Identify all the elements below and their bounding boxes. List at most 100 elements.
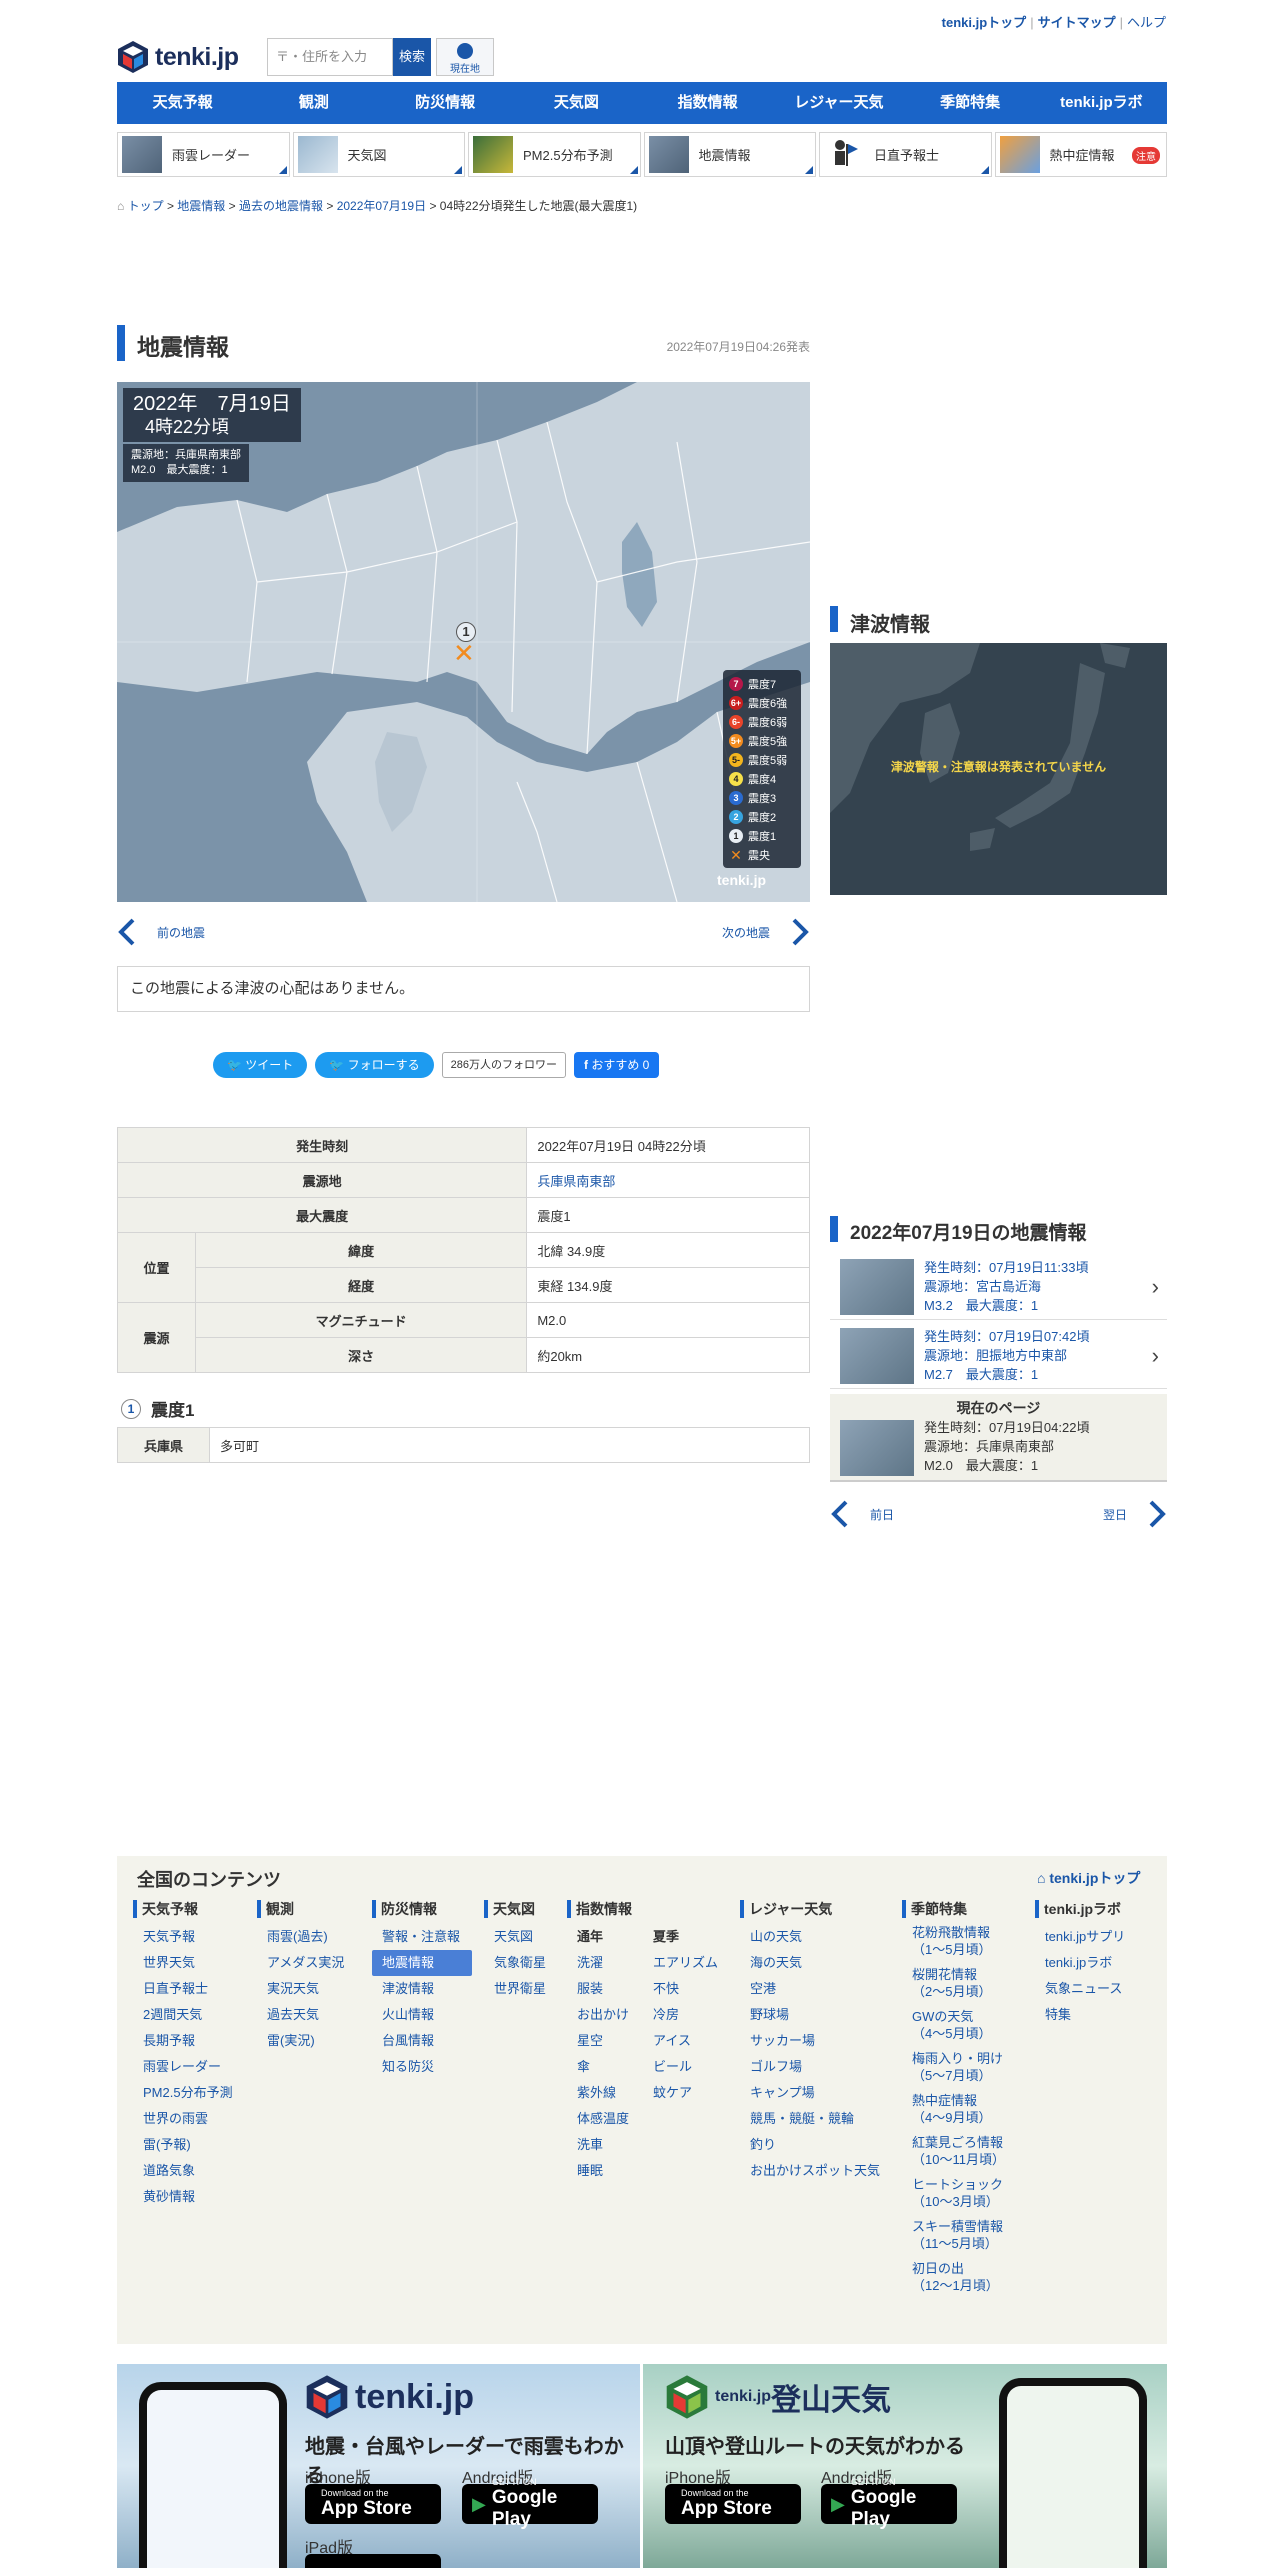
top-link-home[interactable]: tenki.jpトップ (942, 15, 1027, 30)
footer-link[interactable]: お出かけ (567, 2002, 643, 2028)
breadcrumb-past-earthquake[interactable]: 過去の地震情報 (239, 199, 323, 213)
top-link-help[interactable]: ヘルプ (1127, 15, 1166, 30)
footer-link[interactable]: お出かけスポット天気 (740, 2158, 900, 2184)
footer-link[interactable]: 野球場 (740, 2002, 900, 2028)
list-item[interactable]: 発生時刻：07月19日11:33頃 震源地：宮古島近海 M3.2 最大震度：1 … (830, 1254, 1167, 1320)
footer-link[interactable]: 黄砂情報 (133, 2184, 253, 2210)
address-search-input[interactable]: 〒・住所を入力 (267, 38, 393, 76)
footer-link[interactable]: 天気予報 (133, 1924, 253, 1950)
footer-season-link[interactable]: 紅葉見ごろ情報 （10～11月頃） (902, 2134, 1027, 2168)
footer-link[interactable]: 道路気象 (133, 2158, 253, 2184)
footer-link[interactable]: PM2.5分布予測 (133, 2080, 253, 2106)
nav-disaster[interactable]: 防災情報 (380, 82, 511, 124)
subnav-pm25[interactable]: PM2.5分布予測 (468, 132, 641, 177)
subnav-rain-radar[interactable]: 雨雲レーダー (117, 132, 290, 177)
footer-link[interactable]: 気象ニュース (1035, 1976, 1155, 2002)
footer-season-link[interactable]: 初日の出 （12～1月頃） (902, 2260, 1027, 2294)
footer-link[interactable]: ビール (643, 2054, 733, 2080)
footer-link[interactable]: 傘 (567, 2054, 643, 2080)
nav-weather-chart[interactable]: 天気図 (511, 82, 642, 124)
subnav-forecaster[interactable]: 日直予報士 (819, 132, 992, 177)
footer-season-link[interactable]: ヒートショック （10～3月頃） (902, 2176, 1027, 2210)
footer-link[interactable]: エアリズム (643, 1950, 733, 1976)
footer-link[interactable]: 世界の雨雲 (133, 2106, 253, 2132)
footer-link[interactable]: tenki.jpサプリ (1035, 1924, 1155, 1950)
follow-button[interactable]: 🐦 フォローする (315, 1052, 434, 1078)
footer-season-link[interactable]: GWの天気 （4～5月頃） (902, 2008, 1027, 2042)
app-store-button[interactable]: Download on the App Store (305, 2484, 441, 2524)
footer-link[interactable]: 世界天気 (133, 1950, 253, 1976)
footer-link[interactable]: 天気図 (484, 1924, 564, 1950)
current-location-button[interactable]: 現在地 (436, 38, 494, 76)
google-play-button[interactable]: ▶ GET IT ON Google Play (462, 2477, 598, 2530)
nav-index[interactable]: 指数情報 (642, 82, 773, 124)
footer-link[interactable]: 競馬・競艇・競輪 (740, 2106, 900, 2132)
footer-link[interactable]: 雷(予報) (133, 2132, 253, 2158)
footer-link[interactable]: 蚊ケア (643, 2080, 733, 2106)
footer-link[interactable]: 警報・注意報 (372, 1924, 472, 1950)
footer-link[interactable]: サッカー場 (740, 2028, 900, 2054)
search-button[interactable]: 検索 (393, 38, 431, 76)
footer-season-link[interactable]: 花粉飛散情報 （1～5月頃） (902, 1924, 1027, 1958)
footer-link[interactable]: 長期予報 (133, 2028, 253, 2054)
footer-link[interactable]: 星空 (567, 2028, 643, 2054)
footer-link[interactable]: 睡眠 (567, 2158, 643, 2184)
nav-forecast[interactable]: 天気予報 (117, 82, 248, 124)
subnav-earthquake[interactable]: 地震情報 (643, 132, 816, 177)
breadcrumb-top[interactable]: トップ (128, 199, 164, 213)
footer-link[interactable]: 体感温度 (567, 2106, 643, 2132)
tweet-button[interactable]: 🐦 ツイート (213, 1052, 308, 1078)
next-earthquake-link[interactable]: 次の地震 (700, 918, 810, 946)
footer-link[interactable]: 地震情報 (372, 1950, 472, 1976)
footer-link[interactable]: 火山情報 (372, 2002, 472, 2028)
footer-link[interactable]: 雨雲(過去) (257, 1924, 367, 1950)
app-store-button[interactable]: Download on the App Store (665, 2484, 801, 2524)
footer-link[interactable]: 台風情報 (372, 2028, 472, 2054)
google-play-button[interactable]: ▶ GET IT ON Google Play (821, 2477, 957, 2530)
site-logo[interactable]: tenki.jp (117, 38, 239, 76)
footer-link[interactable]: 海の天気 (740, 1950, 900, 1976)
footer-link[interactable]: ゴルフ場 (740, 2054, 900, 2080)
footer-season-link[interactable]: スキー積雪情報 （11～5月頃） (902, 2218, 1027, 2252)
footer-link[interactable]: 冷房 (643, 2002, 733, 2028)
prev-earthquake-link[interactable]: 前の地震 (117, 918, 205, 946)
footer-season-link[interactable]: 梅雨入り・明け （5～7月頃） (902, 2050, 1027, 2084)
breadcrumb-date[interactable]: 2022年07月19日 (337, 199, 426, 213)
footer-link[interactable]: 日直予報士 (133, 1976, 253, 2002)
footer-link[interactable]: 釣り (740, 2132, 900, 2158)
next-day-link[interactable]: 翌日 (1060, 1500, 1167, 1528)
footer-link[interactable]: 2週間天気 (133, 2002, 253, 2028)
epicenter-link[interactable]: 兵庫県南東部 (526, 1162, 810, 1198)
list-item[interactable]: 発生時刻：07月19日07:42頃 震源地：胆振地方中東部 M2.7 最大震度：… (830, 1323, 1167, 1389)
subnav-heatstroke[interactable]: 熱中症情報 注意 (994, 132, 1167, 177)
tenki-app-banner[interactable]: tenki.jp 地震・台風やレーダーで雨雲もわかる iPhone版 Andro… (117, 2364, 640, 2568)
footer-season-link[interactable]: 桜開花情報 （2～5月頃） (902, 1966, 1027, 2000)
nav-leisure[interactable]: レジャー天気 (773, 82, 904, 124)
footer-link[interactable]: 雷(実況) (257, 2028, 367, 2054)
app-store-ipad-button[interactable]: Download on the (305, 2554, 441, 2568)
footer-link[interactable]: 過去天気 (257, 2002, 367, 2028)
footer-link[interactable]: 紫外線 (567, 2080, 643, 2106)
footer-link[interactable]: 雨雲レーダー (133, 2054, 253, 2080)
nav-lab[interactable]: tenki.jpラボ (1036, 82, 1167, 124)
footer-link[interactable]: tenki.jpラボ (1035, 1950, 1155, 1976)
prev-day-link[interactable]: 前日 (830, 1500, 894, 1528)
footer-link[interactable]: 山の天気 (740, 1924, 900, 1950)
footer-link[interactable]: 服装 (567, 1976, 643, 2002)
footer-link[interactable]: 不快 (643, 1976, 733, 2002)
nav-observation[interactable]: 観測 (248, 82, 379, 124)
footer-link[interactable]: 空港 (740, 1976, 900, 2002)
footer-link[interactable]: 特集 (1035, 2002, 1155, 2028)
mountain-app-banner[interactable]: tenki.jp 登山天気 山頂や登山ルートの天気がわかる iPhone版 An… (643, 2364, 1167, 2568)
footer-top-link[interactable]: ⌂ tenki.jpトップ (1037, 1868, 1140, 1888)
footer-link[interactable]: 洗濯 (567, 1950, 643, 1976)
footer-link[interactable]: 世界衛星 (484, 1976, 564, 2002)
footer-link[interactable]: アイス (643, 2028, 733, 2054)
footer-link[interactable]: 実況天気 (257, 1976, 367, 2002)
footer-link[interactable]: 気象衛星 (484, 1950, 564, 1976)
footer-link[interactable]: 津波情報 (372, 1976, 472, 2002)
footer-season-link[interactable]: 熱中症情報 （4～9月頃） (902, 2092, 1027, 2126)
footer-link[interactable]: 知る防災 (372, 2054, 472, 2080)
breadcrumb-earthquake[interactable]: 地震情報 (177, 199, 225, 213)
facebook-recommend-button[interactable]: f おすすめ 0 (573, 1052, 660, 1078)
